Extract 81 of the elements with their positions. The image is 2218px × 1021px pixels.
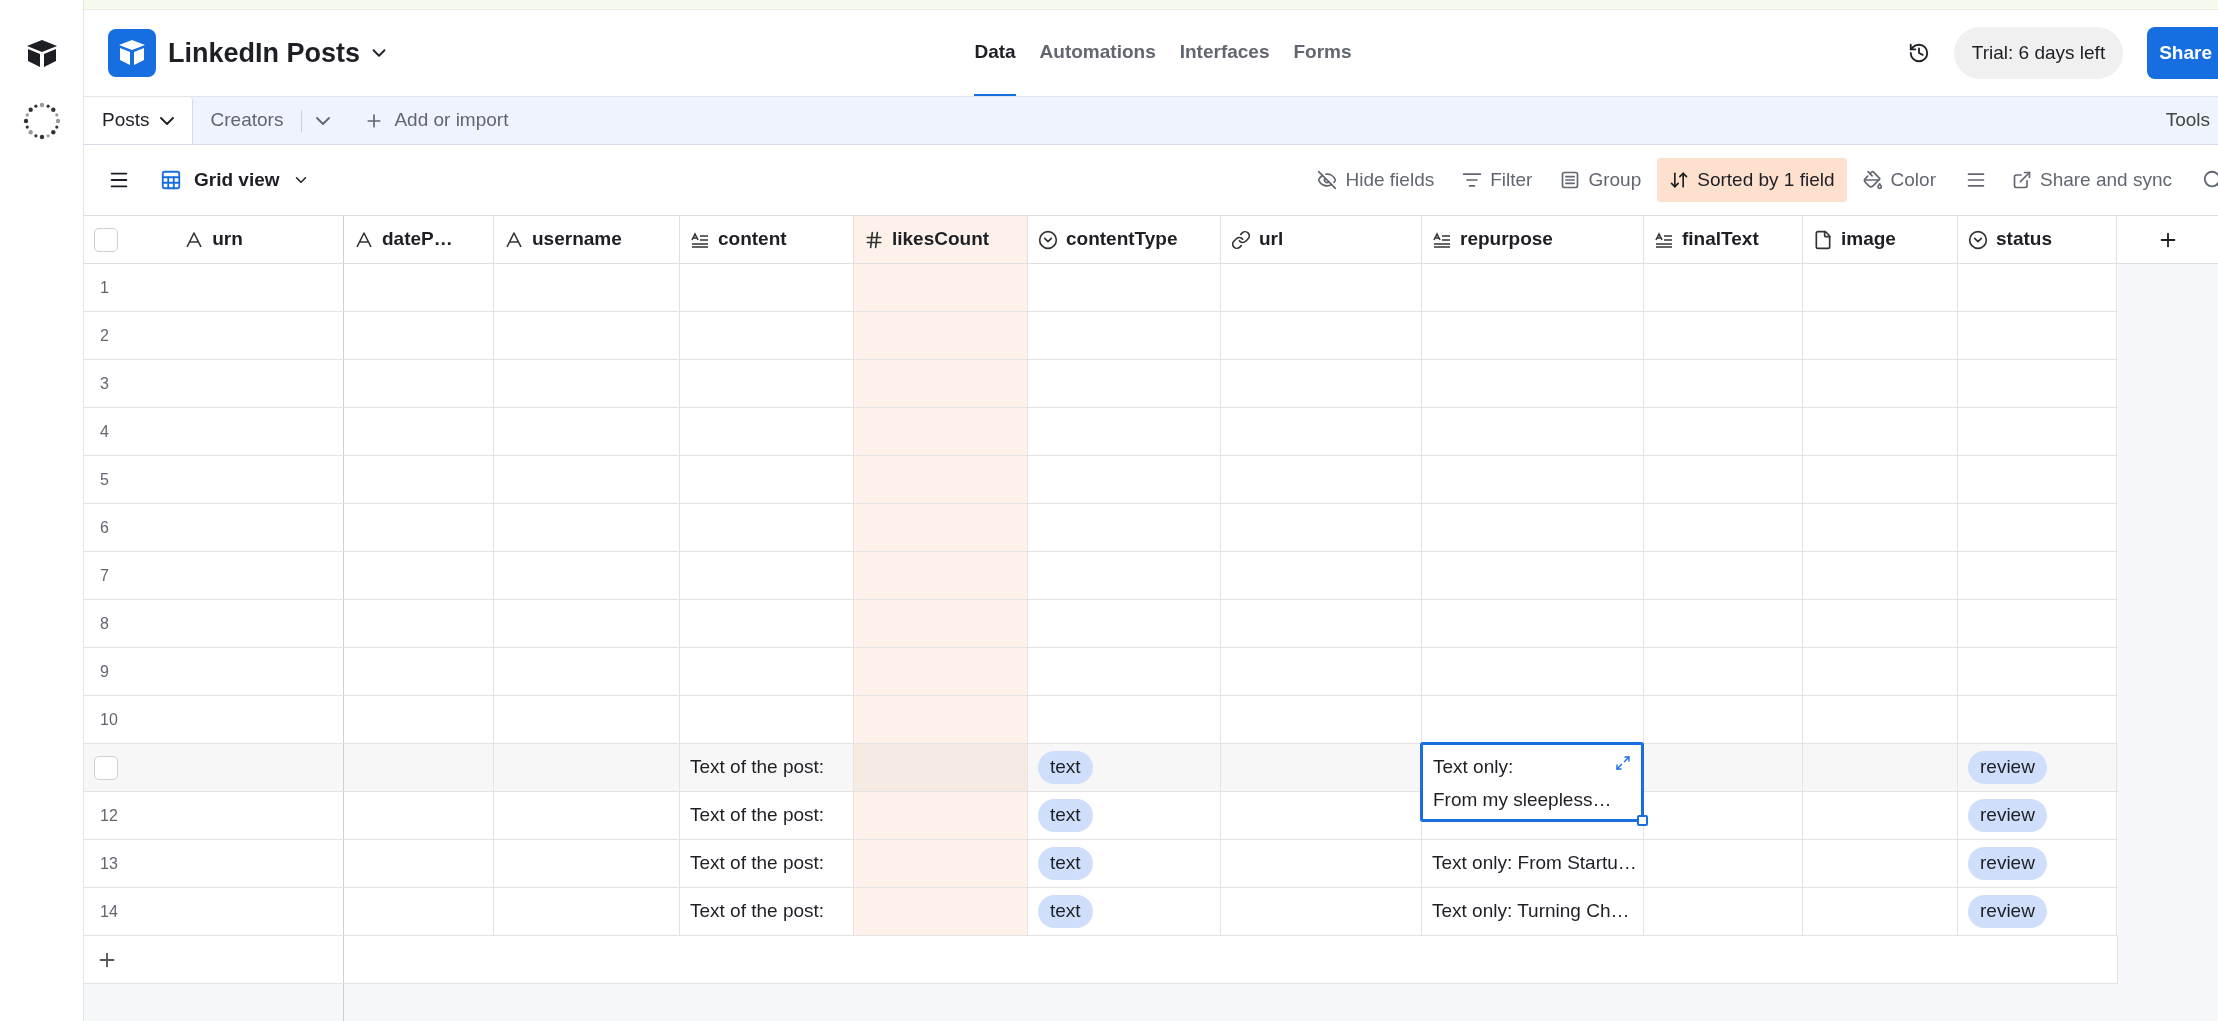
row-number: 6 xyxy=(99,517,109,538)
column-header[interactable]: likesCount xyxy=(854,216,1028,263)
cell-text: Text only: Turning Ch… xyxy=(1432,899,1630,924)
grid-icon xyxy=(160,169,182,191)
eye-off-icon xyxy=(1317,170,1338,190)
row-number: 12 xyxy=(99,805,118,826)
column-header[interactable]: contentType xyxy=(1028,216,1221,263)
row-number: 9 xyxy=(99,661,109,682)
trial-badge[interactable]: Trial: 6 days left xyxy=(1953,26,2124,80)
dropdown-circle-icon xyxy=(1968,229,1988,250)
column-header[interactable]: finalText xyxy=(1644,216,1803,263)
add-or-import[interactable]: Add or import xyxy=(344,97,529,144)
letter-a-icon xyxy=(354,229,374,250)
base-logo-icon[interactable] xyxy=(108,29,156,77)
toolbar-button[interactable]: Color xyxy=(1850,157,1948,203)
cell-text: Text of the post: xyxy=(690,851,825,876)
expand-icon[interactable] xyxy=(1615,755,1631,771)
chevron-down-icon xyxy=(159,116,174,125)
toolbar-button[interactable]: Group xyxy=(1548,157,1654,203)
column-header[interactable]: image xyxy=(1803,216,1958,263)
column-header[interactable]: username xyxy=(494,216,680,263)
loading-spinner-icon xyxy=(22,102,61,140)
toolbar-button[interactable]: Hide fields xyxy=(1305,157,1447,203)
dropdown-circle-icon xyxy=(1038,229,1058,250)
row-number: 2 xyxy=(99,325,109,346)
tag: review xyxy=(1968,799,2047,832)
table-tab[interactable]: Posts xyxy=(84,97,193,144)
row-number: 3 xyxy=(99,373,109,394)
select-all-checkbox[interactable] xyxy=(94,227,118,252)
tag: text xyxy=(1038,751,1093,784)
column-header[interactable]: url xyxy=(1221,216,1422,263)
group-icon xyxy=(1560,170,1581,190)
cell-text: Text of the post: xyxy=(690,899,825,924)
toolbar-button[interactable]: Share and sync xyxy=(1999,157,2184,203)
filter-icon xyxy=(1462,170,1483,190)
row-number: 14 xyxy=(99,901,118,922)
base-title[interactable]: LinkedIn Posts xyxy=(168,32,391,74)
nav-tab[interactable]: Forms xyxy=(1293,10,1352,96)
chevron-down-icon xyxy=(316,116,331,125)
sort-icon xyxy=(1669,170,1690,190)
tag: review xyxy=(1968,847,2047,880)
row-number: 7 xyxy=(99,565,109,586)
nav-tab[interactable]: Interfaces xyxy=(1179,10,1270,96)
tools-menu[interactable]: Tools xyxy=(2157,97,2218,144)
tag: text xyxy=(1038,847,1093,880)
column-header[interactable]: dateP… xyxy=(344,216,494,263)
cell-text: Text of the post: xyxy=(690,803,825,828)
toolbar-button[interactable]: Filter xyxy=(1450,157,1545,203)
row-number: 8 xyxy=(99,613,109,634)
view-switcher[interactable]: Grid view xyxy=(160,165,310,195)
external-link-icon xyxy=(2011,170,2032,190)
letter-a-icon xyxy=(504,229,524,250)
row-number: 10 xyxy=(99,709,118,730)
hash-icon xyxy=(864,229,884,250)
table-tab[interactable]: Creators xyxy=(192,97,302,144)
row-height-icon[interactable] xyxy=(1965,170,1986,190)
cell-text: Text only: From Startu… xyxy=(1432,851,1637,876)
row-number: 13 xyxy=(99,853,118,874)
column-header[interactable]: status xyxy=(1958,216,2117,263)
cell-text-line: From my sleepless… xyxy=(1433,787,1612,812)
column-header[interactable]: urn xyxy=(84,216,344,263)
file-icon xyxy=(1813,229,1833,250)
tag: text xyxy=(1038,895,1093,928)
nav-tab[interactable]: Automations xyxy=(1039,10,1156,96)
tag: review xyxy=(1968,751,2047,784)
share-button[interactable]: Share xyxy=(2147,26,2218,80)
link-icon xyxy=(1231,229,1251,250)
row-number: 5 xyxy=(99,469,109,490)
history-icon[interactable] xyxy=(1907,42,1930,64)
toolbar-button[interactable]: Sorted by 1 field xyxy=(1657,157,1847,203)
row-checkbox[interactable] xyxy=(94,755,118,780)
column-header[interactable]: repurpose xyxy=(1422,216,1644,263)
letter-a-icon xyxy=(184,229,205,250)
row-number: 1 xyxy=(99,277,109,298)
paint-bucket-icon xyxy=(1862,170,1883,190)
cell-text-line: Text only: xyxy=(1433,755,1514,779)
row-number: 4 xyxy=(99,421,109,442)
tag: review xyxy=(1968,895,2047,928)
fill-handle[interactable] xyxy=(1637,815,1648,826)
cell-text: Text of the post: xyxy=(690,755,825,780)
tag: text xyxy=(1038,799,1093,832)
